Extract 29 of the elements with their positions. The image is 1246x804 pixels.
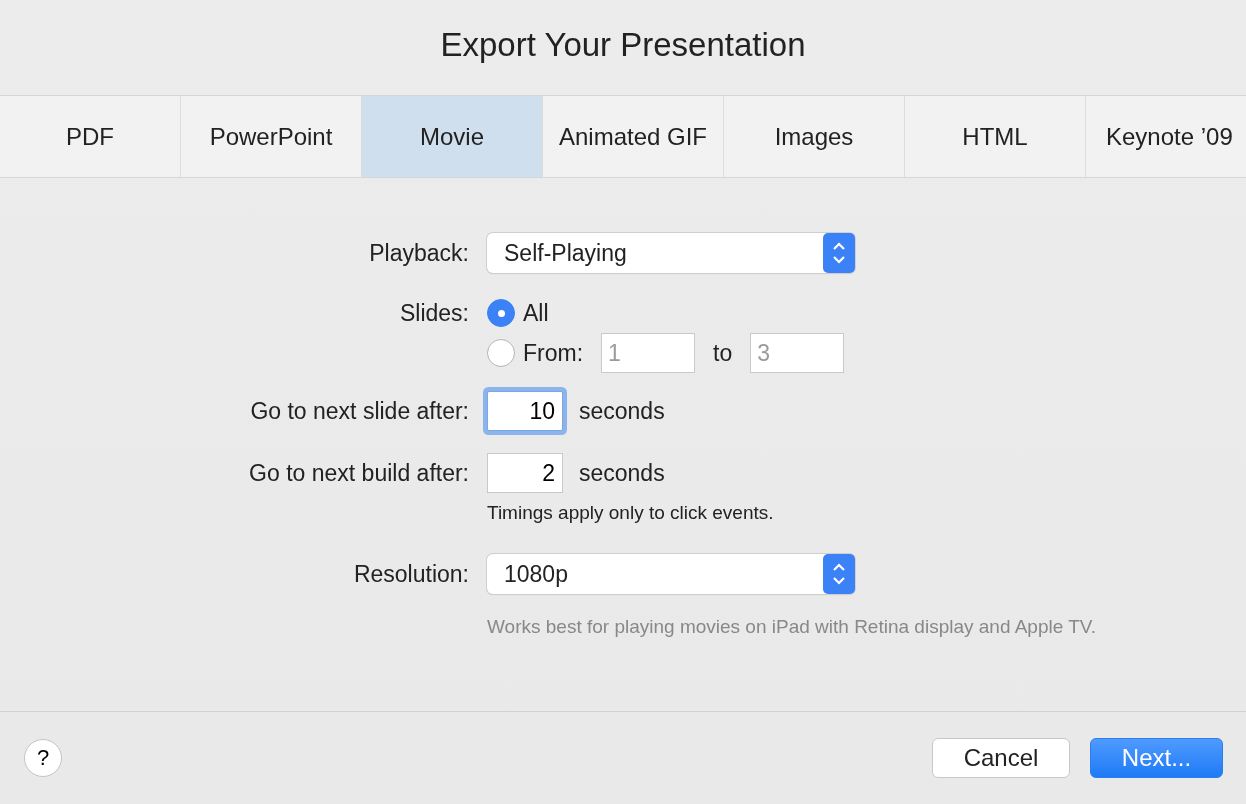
stepper-icon xyxy=(823,554,855,594)
format-tab[interactable]: Animated GIF xyxy=(543,96,724,177)
radio-button[interactable] xyxy=(487,299,515,327)
dialog-title: Export Your Presentation xyxy=(439,24,807,65)
help-button[interactable]: ? xyxy=(24,739,62,777)
resolution-dropdown[interactable]: 1080p xyxy=(487,554,855,594)
format-tab[interactable]: Keynote ’09 xyxy=(1086,96,1233,177)
seconds-field[interactable]: 2 xyxy=(487,453,563,493)
field-label: Playback: xyxy=(368,239,469,267)
timing-note: Timings apply only to click events. xyxy=(487,502,774,524)
unit-label: seconds xyxy=(579,459,665,487)
resolution-note: Works best for playing movies on iPad with Retina display and Apple TV. xyxy=(487,615,1098,639)
stepper-icon xyxy=(823,233,855,273)
format-tab[interactable]: Movie xyxy=(362,96,543,177)
field-label: Go to next build after: xyxy=(248,459,469,487)
radio-label: From: xyxy=(523,339,584,367)
field-label: Resolution: xyxy=(352,560,469,588)
unit-label: seconds xyxy=(579,397,665,425)
seconds-field[interactable]: 10 xyxy=(487,391,563,431)
format-tab[interactable]: Images xyxy=(724,96,905,177)
format-tab[interactable]: HTML xyxy=(905,96,1086,177)
format-tab[interactable]: PDF xyxy=(0,96,181,177)
radio-button[interactable] xyxy=(487,339,515,367)
field-label: Go to next slide after: xyxy=(249,397,469,425)
field-label: Slides: xyxy=(398,299,469,327)
cancel-button[interactable]: Cancel xyxy=(932,738,1070,778)
radio-label: All xyxy=(523,299,549,327)
playback-dropdown[interactable]: Self-Playing xyxy=(487,233,855,273)
to-label: to xyxy=(713,339,733,367)
